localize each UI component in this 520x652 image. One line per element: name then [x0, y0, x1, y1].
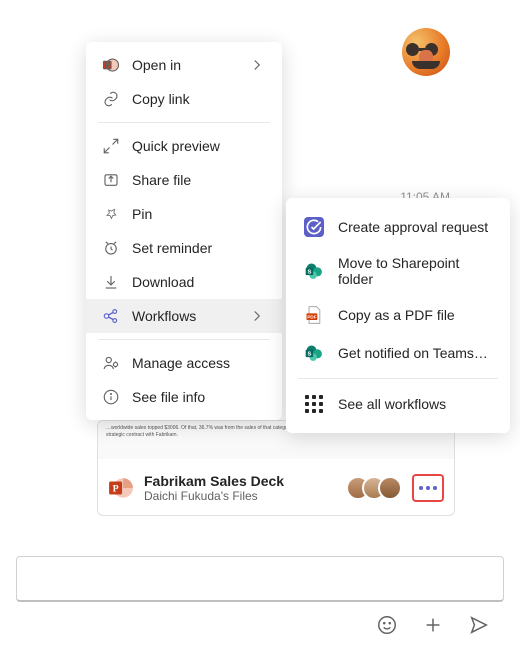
menu-label: Share file: [132, 172, 266, 188]
file-more-actions-button[interactable]: [412, 474, 444, 502]
pdf-icon: PDF: [304, 305, 324, 325]
svg-text:S: S: [307, 269, 311, 275]
workflows-icon: [102, 307, 120, 325]
emoji-button[interactable]: [376, 614, 398, 636]
menu-label: Get notified on Teams…: [338, 345, 492, 361]
menu-share-file[interactable]: Share file: [86, 163, 282, 197]
powerpoint-icon: P: [108, 475, 134, 501]
menu-label: Manage access: [132, 355, 266, 371]
menu-label: Download: [132, 274, 266, 290]
submenu-see-all-workflows[interactable]: See all workflows: [286, 385, 510, 423]
clock-icon: [102, 239, 120, 257]
share-icon: [102, 171, 120, 189]
manage-access-icon: [102, 354, 120, 372]
menu-download[interactable]: Download: [86, 265, 282, 299]
menu-separator: [298, 378, 498, 379]
info-icon: [102, 388, 120, 406]
menu-pin[interactable]: Pin: [86, 197, 282, 231]
message-compose-input[interactable]: [16, 556, 504, 602]
menu-label: Workflows: [132, 308, 236, 324]
svg-text:P: P: [113, 483, 119, 494]
svg-text:P: P: [105, 63, 109, 69]
menu-manage-access[interactable]: Manage access: [86, 346, 282, 380]
menu-workflows[interactable]: Workflows: [86, 299, 282, 333]
menu-separator: [98, 339, 270, 340]
sharepoint-icon: S: [304, 343, 324, 363]
link-icon: [102, 90, 120, 108]
approvals-app-icon: [304, 217, 324, 237]
menu-label: Open in: [132, 57, 236, 73]
file-title: Fabrikam Sales Deck: [144, 473, 344, 489]
apps-grid-icon: [304, 394, 324, 414]
svg-text:PDF: PDF: [307, 314, 316, 319]
seen-by-facepile: [354, 476, 402, 500]
sharepoint-icon: S: [304, 261, 324, 281]
menu-label: See file info: [132, 389, 266, 405]
expand-icon: [102, 137, 120, 155]
download-icon: [102, 273, 120, 291]
menu-label: Move to Sharepoint folder: [338, 255, 492, 287]
menu-copy-link[interactable]: Copy link: [86, 82, 282, 116]
file-context-menu: P Open in Copy link Quick preview Share …: [86, 42, 282, 420]
menu-label: See all workflows: [338, 396, 492, 412]
submenu-get-notified[interactable]: S Get notified on Teams…: [286, 334, 510, 372]
sender-avatar: [402, 28, 450, 76]
submenu-create-approval[interactable]: Create approval request: [286, 208, 510, 246]
menu-set-reminder[interactable]: Set reminder: [86, 231, 282, 265]
file-attachment-card[interactable]: …worldwide sales topped $3006. Of that, …: [97, 420, 455, 516]
menu-see-file-info[interactable]: See file info: [86, 380, 282, 414]
submenu-move-sharepoint[interactable]: S Move to Sharepoint folder: [286, 246, 510, 296]
powerpoint-icon: P: [102, 56, 120, 74]
pin-icon: [102, 205, 120, 223]
add-button[interactable]: [422, 614, 444, 636]
submenu-copy-pdf[interactable]: PDF Copy as a PDF file: [286, 296, 510, 334]
menu-open-in[interactable]: P Open in: [86, 48, 282, 82]
menu-label: Pin: [132, 206, 266, 222]
workflows-submenu: Create approval request S Move to Sharep…: [286, 198, 510, 433]
menu-label: Quick preview: [132, 138, 266, 154]
svg-text:S: S: [307, 351, 311, 357]
menu-label: Copy link: [132, 91, 266, 107]
chevron-right-icon: [248, 58, 266, 72]
chevron-right-icon: [248, 309, 266, 323]
menu-separator: [98, 122, 270, 123]
send-button[interactable]: [468, 614, 490, 636]
menu-label: Set reminder: [132, 240, 266, 256]
menu-quick-preview[interactable]: Quick preview: [86, 129, 282, 163]
menu-label: Create approval request: [338, 219, 492, 235]
menu-label: Copy as a PDF file: [338, 307, 492, 323]
file-location: Daichi Fukuda's Files: [144, 489, 344, 503]
